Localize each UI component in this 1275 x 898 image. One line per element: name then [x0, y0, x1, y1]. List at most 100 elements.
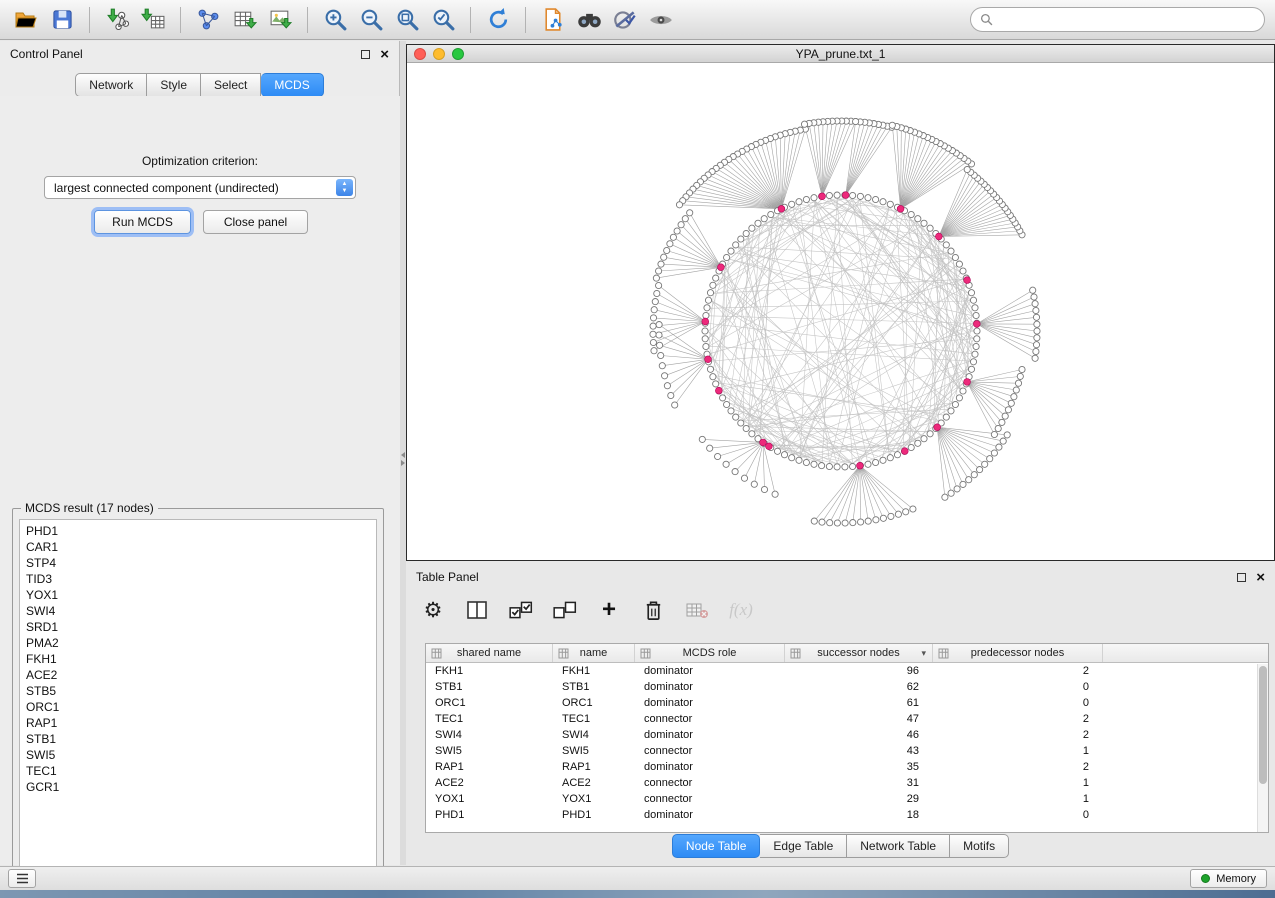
table-row[interactable]: YOX1YOX1connector291 — [426, 791, 1268, 807]
save-icon[interactable] — [46, 5, 78, 35]
refresh-icon[interactable] — [482, 5, 514, 35]
mcds-result-item[interactable]: PHD1 — [20, 523, 376, 539]
mcds-result-item[interactable]: SWI4 — [20, 603, 376, 619]
search-network-icon[interactable] — [573, 5, 605, 35]
table-cell: dominator — [635, 697, 785, 709]
search-field[interactable] — [970, 7, 1265, 32]
tab-style[interactable]: Style — [147, 73, 201, 97]
float-panel-icon[interactable] — [1237, 573, 1246, 582]
table-toolbar: ⚙ + f(x) — [420, 592, 754, 628]
table-row[interactable]: ACE2ACE2connector311 — [426, 775, 1268, 791]
export-image-icon[interactable] — [264, 5, 296, 35]
dropdown-stepper-icon: ▲▼ — [336, 179, 353, 196]
mcds-result-item[interactable]: SRD1 — [20, 619, 376, 635]
table-cell: RAP1 — [426, 761, 553, 773]
memory-label: Memory — [1216, 873, 1256, 885]
main-toolbar — [0, 0, 1275, 40]
mcds-result-item[interactable]: TEC1 — [20, 763, 376, 779]
table-cell: PHD1 — [553, 809, 635, 821]
close-panel-button[interactable]: Close panel — [203, 210, 308, 234]
zoom-selected-icon[interactable] — [427, 5, 459, 35]
criterion-dropdown[interactable]: largest connected component (undirected)… — [44, 176, 356, 199]
table-cell: dominator — [635, 729, 785, 741]
clone-network-icon[interactable] — [537, 5, 569, 35]
run-mcds-button[interactable]: Run MCDS — [94, 210, 191, 234]
mcds-result-item[interactable]: TID3 — [20, 571, 376, 587]
deselect-all-icon[interactable] — [552, 597, 578, 623]
mcds-result-list[interactable]: PHD1CAR1STP4TID3YOX1SWI4SRD1PMA2FKH1ACE2… — [19, 519, 377, 873]
table-row[interactable]: RAP1RAP1dominator352 — [426, 759, 1268, 775]
import-table-file-icon[interactable] — [137, 5, 169, 35]
export-table-icon[interactable] — [228, 5, 260, 35]
open-folder-icon[interactable] — [10, 5, 42, 35]
mcds-result-item[interactable]: STP4 — [20, 555, 376, 571]
mcds-result-item[interactable]: STB5 — [20, 683, 376, 699]
toolbar-separator — [307, 7, 308, 33]
close-panel-icon[interactable]: × — [380, 50, 389, 59]
table-row[interactable]: PHD1PHD1dominator180 — [426, 807, 1268, 823]
mcds-result-item[interactable]: PMA2 — [20, 635, 376, 651]
mcds-result-item[interactable]: GCR1 — [20, 779, 376, 795]
import-network-file-icon[interactable] — [101, 5, 133, 35]
table-row[interactable]: SWI4SWI4dominator462 — [426, 727, 1268, 743]
table-row[interactable]: ORC1ORC1dominator610 — [426, 695, 1268, 711]
search-input[interactable] — [999, 12, 1255, 28]
toolbar-separator — [470, 7, 471, 33]
table-row[interactable]: TEC1TEC1connector472 — [426, 711, 1268, 727]
show-panels-button[interactable] — [8, 869, 36, 888]
mcds-result-item[interactable]: ORC1 — [20, 699, 376, 715]
apply-style-icon[interactable] — [609, 5, 641, 35]
sort-descending-icon: ▾ — [921, 648, 926, 659]
column-header-predecessor-nodes[interactable]: predecessor nodes — [933, 644, 1103, 662]
table-cell: ACE2 — [553, 777, 635, 789]
show-hide-icon[interactable] — [645, 5, 677, 35]
close-panel-icon[interactable]: × — [1256, 573, 1265, 582]
table-cell: FKH1 — [426, 665, 553, 677]
table-scrollbar[interactable] — [1257, 664, 1268, 832]
export-network-icon[interactable] — [192, 5, 224, 35]
tab-node-table[interactable]: Node Table — [672, 834, 761, 858]
mcds-result-item[interactable]: RAP1 — [20, 715, 376, 731]
mcds-result-item[interactable]: FKH1 — [20, 651, 376, 667]
table-cell: connector — [635, 745, 785, 757]
show-columns-icon[interactable] — [464, 597, 490, 623]
tab-network[interactable]: Network — [75, 73, 147, 97]
column-header-successor-nodes[interactable]: successor nodes ▾ — [785, 644, 933, 662]
table-cell: STB1 — [426, 681, 553, 693]
table-row[interactable]: FKH1FKH1dominator962 — [426, 663, 1268, 679]
column-header-name[interactable]: name — [553, 644, 635, 662]
mcds-result-item[interactable]: ACE2 — [20, 667, 376, 683]
float-panel-icon[interactable] — [361, 50, 370, 59]
tab-select[interactable]: Select — [201, 73, 261, 97]
mcds-result-item[interactable]: YOX1 — [20, 587, 376, 603]
tab-edge-table[interactable]: Edge Table — [760, 834, 847, 858]
scrollbar-thumb[interactable] — [1259, 666, 1267, 784]
column-header-mcds-role[interactable]: MCDS role — [635, 644, 785, 662]
tab-network-table[interactable]: Network Table — [847, 834, 950, 858]
select-all-icon[interactable] — [508, 597, 534, 623]
zoom-out-icon[interactable] — [355, 5, 387, 35]
mcds-result-item[interactable]: SWI5 — [20, 747, 376, 763]
table-cell: 43 — [785, 745, 933, 757]
table-cell: dominator — [635, 665, 785, 677]
table-row[interactable]: STB1STB1dominator620 — [426, 679, 1268, 695]
zoom-in-icon[interactable] — [319, 5, 351, 35]
column-type-icon — [558, 648, 569, 659]
table-row[interactable]: SWI5SWI5connector431 — [426, 743, 1268, 759]
mcds-result-item[interactable]: CAR1 — [20, 539, 376, 555]
tab-motifs[interactable]: Motifs — [950, 834, 1009, 858]
add-column-icon[interactable]: + — [596, 597, 622, 623]
table-cell: 62 — [785, 681, 933, 693]
delete-column-icon[interactable] — [640, 597, 666, 623]
network-window-titlebar[interactable]: YPA_prune.txt_1 — [407, 45, 1274, 63]
zoom-fit-icon[interactable] — [391, 5, 423, 35]
network-graph[interactable] — [407, 63, 1274, 560]
mcds-result-item[interactable]: STB1 — [20, 731, 376, 747]
table-settings-icon[interactable]: ⚙ — [420, 597, 446, 623]
network-canvas[interactable] — [407, 63, 1274, 560]
column-header-shared-name[interactable]: shared name — [426, 644, 553, 662]
column-type-icon — [790, 648, 801, 659]
memory-button[interactable]: Memory — [1190, 869, 1267, 888]
column-type-icon — [431, 648, 442, 659]
tab-mcds[interactable]: MCDS — [261, 73, 323, 97]
